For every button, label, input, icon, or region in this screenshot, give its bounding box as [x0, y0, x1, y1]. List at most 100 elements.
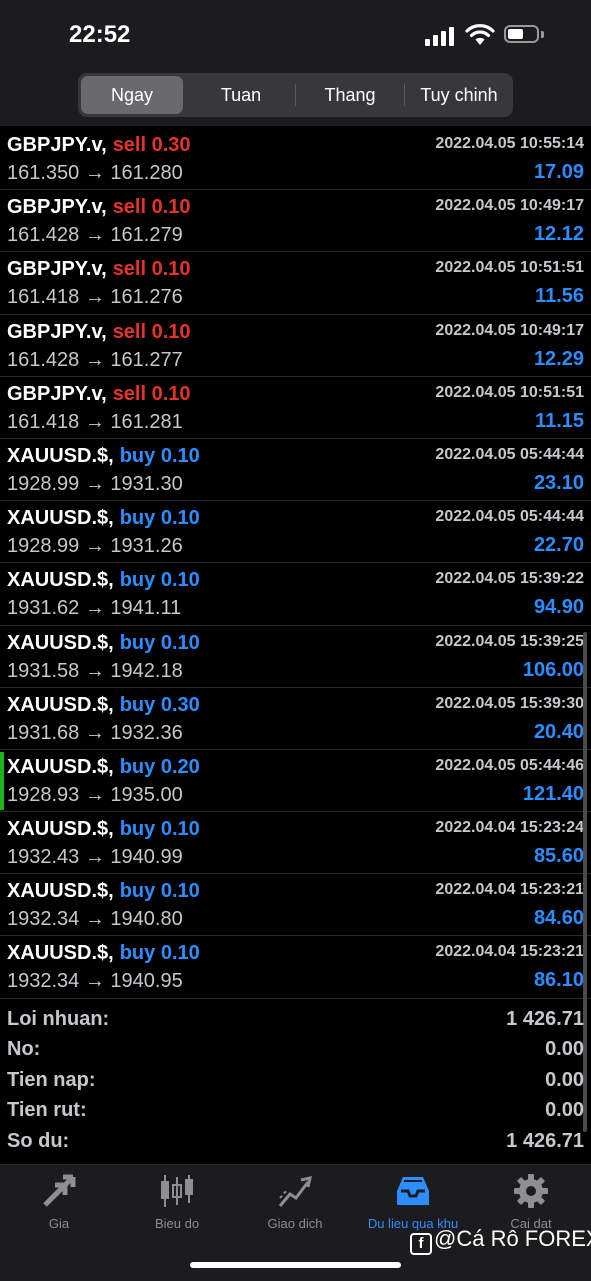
watermark-text: @Cá Rô FOREX — [434, 1226, 591, 1251]
tab-ngay[interactable]: Ngay — [81, 76, 183, 114]
trade-prices: 1928.99 → 1931.26 — [7, 535, 183, 558]
nav-label: Bieu do — [154, 1216, 200, 1231]
facebook-icon: f — [410, 1233, 432, 1255]
trade-timestamp: 2022.04.05 10:49:17 — [435, 197, 584, 215]
trade-symbol: XAUUSD.$, buy 0.10 — [7, 942, 200, 965]
symbol-name: XAUUSD.$, — [7, 569, 114, 592]
trade-profit: 12.29 — [533, 347, 584, 370]
trade-side: buy 0.10 — [119, 818, 200, 841]
symbol-name: XAUUSD.$, — [7, 880, 114, 903]
trade-side: buy 0.10 — [119, 444, 200, 467]
summary-row: Loi nhuan: 1 426.71 — [0, 1004, 591, 1034]
trade-side: sell 0.10 — [112, 320, 191, 343]
summary-value: 1 426.71 — [506, 1008, 584, 1030]
trade-profit: 12.12 — [533, 223, 584, 246]
symbol-name: GBPJPY.v, — [7, 258, 107, 281]
trade-symbol: GBPJPY.v, sell 0.10 — [7, 383, 191, 406]
trade-timestamp: 2022.04.05 15:39:30 — [435, 694, 584, 712]
trade-prices: 1931.58 → 1942.18 — [7, 659, 183, 682]
symbol-name: XAUUSD.$, — [7, 942, 114, 965]
trade-prices: 1928.93 → 1935.00 — [7, 783, 183, 806]
symbol-name: GBPJPY.v, — [7, 382, 107, 405]
trade-row[interactable]: GBPJPY.v, sell 0.10 2022.04.05 10:51:51 161… — [0, 377, 591, 439]
trade-row[interactable]: XAUUSD.$, buy 0.10 2022.04.05 05:44:44 1928… — [0, 501, 591, 564]
symbol-name: XAUUSD.$, — [7, 693, 114, 716]
home-indicator[interactable] — [190, 1262, 401, 1268]
symbol-name: GBPJPY.v, — [7, 320, 107, 343]
trade-row[interactable]: GBPJPY.v, sell 0.10 2022.04.05 10:51:51 161… — [0, 252, 591, 315]
trade-side: buy 0.10 — [119, 631, 200, 654]
trade-symbol: XAUUSD.$, buy 0.20 — [7, 756, 200, 779]
trade-side: buy 0.20 — [119, 755, 200, 778]
trade-row[interactable]: XAUUSD.$, buy 0.10 2022.04.04 15:23:21 1932… — [0, 936, 591, 999]
trade-timestamp: 2022.04.05 15:39:25 — [435, 632, 584, 650]
trade-prices: 1931.68 → 1932.36 — [7, 721, 183, 744]
history-inbox-icon — [397, 1177, 429, 1205]
trade-profit: 84.60 — [533, 907, 584, 930]
tab-thang[interactable]: Thang — [297, 76, 403, 114]
trade-prices: 161.428 → 161.279 — [7, 224, 183, 247]
summary-row: So du: 1 426.71 — [0, 1126, 591, 1156]
nav-bieu-do[interactable]: Bieu do — [118, 1165, 236, 1245]
nav-label: Giao dich — [267, 1216, 323, 1231]
trade-profit: 94.90 — [533, 596, 584, 619]
trade-timestamp: 2022.04.05 15:39:22 — [435, 570, 584, 588]
trade-symbol: XAUUSD.$, buy 0.10 — [7, 569, 200, 592]
symbol-name: XAUUSD.$, — [7, 444, 114, 467]
trade-timestamp: 2022.04.04 15:23:21 — [435, 881, 584, 899]
trade-symbol: XAUUSD.$, buy 0.10 — [7, 445, 200, 468]
summary-label: Tien rut: — [7, 1099, 87, 1122]
trade-profit: 11.15 — [535, 409, 584, 432]
gear-icon — [514, 1174, 548, 1208]
trade-row[interactable]: XAUUSD.$, buy 0.30 2022.04.05 15:39:30 1931… — [0, 688, 591, 750]
trade-profit: 85.60 — [533, 845, 584, 868]
battery-tip — [541, 31, 544, 38]
trade-symbol: XAUUSD.$, buy 0.30 — [7, 694, 200, 717]
quotes-arrows-icon — [43, 1174, 76, 1207]
summary-label: Loi nhuan: — [7, 1008, 110, 1030]
trade-timestamp: 2022.04.04 15:23:24 — [435, 819, 584, 837]
trade-symbol: GBPJPY.v, sell 0.10 — [7, 258, 191, 281]
trade-profit: 86.10 — [533, 969, 584, 992]
trade-prices: 1931.62 → 1941.11 — [7, 597, 182, 620]
trade-row[interactable]: XAUUSD.$, buy 0.10 2022.04.04 15:23:24 1932… — [0, 812, 591, 875]
summary-label: No: — [7, 1038, 41, 1061]
trade-profit: 11.56 — [535, 285, 584, 308]
summary-value: 0.00 — [545, 1099, 584, 1122]
trade-symbol: XAUUSD.$, buy 0.10 — [7, 507, 200, 530]
trade-row[interactable]: XAUUSD.$, buy 0.20 2022.04.05 05:44:46 1928… — [0, 750, 591, 813]
trade-side: buy 0.10 — [119, 942, 200, 965]
segment-divider — [404, 84, 405, 106]
summary-label: So du: — [7, 1129, 70, 1152]
trade-prices: 1932.34 → 1940.95 — [7, 970, 183, 993]
segment-divider — [295, 84, 296, 106]
status-bar: 22:52 — [0, 0, 591, 66]
facebook-watermark: f @Cá Rô FOREX — [410, 1226, 591, 1255]
trade-row[interactable]: GBPJPY.v, sell 0.30 2022.04.05 10:55:14 161… — [0, 128, 591, 191]
wifi-icon — [465, 24, 495, 45]
trade-row[interactable]: XAUUSD.$, buy 0.10 2022.04.04 15:23:21 1932… — [0, 874, 591, 937]
nav-giao-dich[interactable]: Giao dich — [236, 1165, 354, 1245]
trade-symbol: GBPJPY.v, sell 0.30 — [7, 134, 191, 157]
trade-row[interactable]: GBPJPY.v, sell 0.10 2022.04.05 10:49:17 161… — [0, 315, 591, 377]
period-segmented-control: Ngay Tuan Thang Tuy chinh — [78, 73, 513, 117]
trade-row[interactable]: XAUUSD.$, buy 0.10 2022.04.05 15:39:25 1931… — [0, 626, 591, 688]
trade-timestamp: 2022.04.05 10:49:17 — [435, 321, 584, 339]
tab-tuy-chinh[interactable]: Tuy chinh — [406, 76, 512, 114]
nav-label: Gia — [48, 1216, 70, 1231]
trade-line-icon — [278, 1176, 312, 1207]
trade-row[interactable]: XAUUSD.$, buy 0.10 2022.04.05 15:39:22 1931… — [0, 563, 591, 626]
trade-symbol: GBPJPY.v, sell 0.10 — [7, 321, 191, 344]
trade-prices: 161.418 → 161.276 — [7, 286, 183, 309]
trade-prices: 1932.34 → 1940.80 — [7, 908, 183, 931]
trade-row[interactable]: XAUUSD.$, buy 0.10 2022.04.05 05:44:44 1928… — [0, 439, 591, 502]
nav-gia[interactable]: Gia — [0, 1165, 118, 1245]
trade-row[interactable]: GBPJPY.v, sell 0.10 2022.04.05 10:49:17 161… — [0, 190, 591, 253]
trade-timestamp: 2022.04.05 05:44:46 — [435, 756, 584, 774]
battery-icon — [504, 25, 539, 43]
tab-tuan[interactable]: Tuan — [188, 76, 294, 114]
trade-timestamp: 2022.04.05 05:44:44 — [435, 445, 584, 463]
summary-row: Tien nap: 0.00 — [0, 1065, 591, 1095]
trade-side: buy 0.10 — [119, 507, 200, 530]
symbol-name: XAUUSD.$, — [7, 631, 114, 654]
